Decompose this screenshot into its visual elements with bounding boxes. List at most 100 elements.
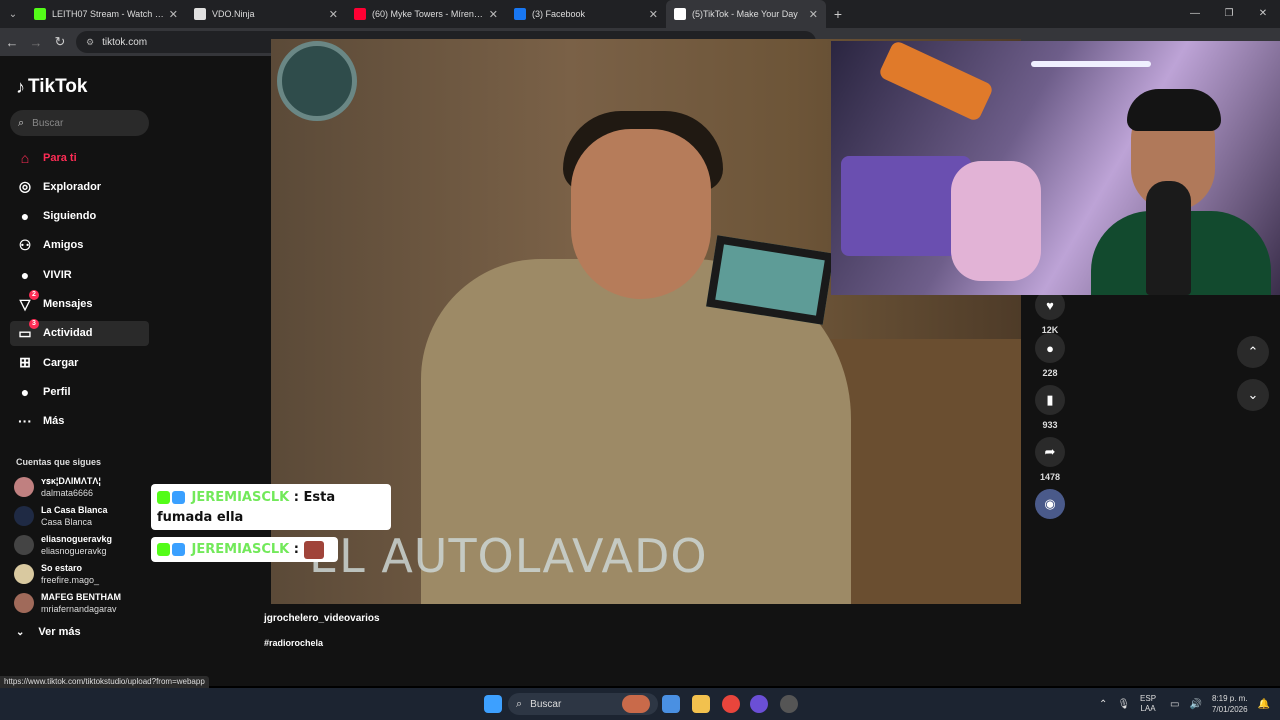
chat-separator: : xyxy=(293,542,299,557)
chevron-up-icon[interactable]: ⌃ xyxy=(1099,699,1107,710)
following-account[interactable]: ʏꜱᴋ¦DΛIMΛTΛ¦ dalmata6666 xyxy=(14,474,154,500)
forward-icon[interactable]: → xyxy=(24,35,48,50)
music-disc[interactable]: ◉ xyxy=(1035,489,1065,519)
tab-title: LEITH07 Stream - Watch Live o xyxy=(52,9,165,19)
tab-favicon-icon xyxy=(194,8,206,20)
sidebar-item-label: Siguiendo xyxy=(43,210,97,223)
share-action[interactable]: ➦ 1478 xyxy=(1035,437,1065,482)
comment-action[interactable]: ● 228 xyxy=(1035,333,1065,378)
sidebar-item-messages[interactable]: ▽ 2 Mensajes xyxy=(10,290,149,317)
close-tab-icon[interactable]: ✕ xyxy=(169,8,178,21)
share-count: 1478 xyxy=(1039,472,1061,482)
sidebar-item-activity[interactable]: ▭ 3 Actividad xyxy=(10,319,149,346)
browser-tab[interactable]: (60) Myke Towers - Mírenme Al ✕ xyxy=(346,0,506,28)
close-tab-icon[interactable]: ✕ xyxy=(489,8,498,21)
volume-icon[interactable]: 🔊 xyxy=(1190,699,1202,710)
sidebar-item-following[interactable]: ● Siguiendo xyxy=(10,204,149,229)
mod-badge-icon xyxy=(172,491,185,504)
sidebar-item-label: Actividad xyxy=(43,327,93,340)
following-account[interactable]: MAFEG BENTHAM mriafernandagarav xyxy=(14,590,154,616)
clock-time: 8:19 p. m. xyxy=(1211,694,1248,703)
following-account[interactable]: So estaro freefire.mago_ xyxy=(14,561,154,587)
network-icon[interactable]: ▭ xyxy=(1170,699,1179,710)
back-icon[interactable]: ← xyxy=(0,35,24,50)
tab-favicon-icon xyxy=(34,8,46,20)
next-video-button[interactable]: ⌄ xyxy=(1237,379,1269,411)
notification-icon[interactable]: 🔔 xyxy=(1258,699,1270,710)
following-account[interactable]: La Casa Blanca Casa Blanca xyxy=(14,503,154,529)
see-more-label: Ver más xyxy=(38,626,81,638)
close-tab-icon[interactable]: ✕ xyxy=(809,8,818,21)
browser-tab[interactable]: (5)TikTok - Make Your Day ✕ xyxy=(666,0,826,28)
emote-icon xyxy=(303,540,324,559)
microphone-icon[interactable]: 🎙 xyxy=(1117,699,1130,710)
video-caption-overlay: EL AUTOLAVADO xyxy=(309,529,708,583)
search-placeholder: Buscar xyxy=(32,117,64,129)
sidebar-item-label: Para ti xyxy=(43,151,77,164)
close-tab-icon[interactable]: ✕ xyxy=(329,8,338,21)
chevron-down-icon: ⌄ xyxy=(1247,387,1259,402)
file-explorer-icon[interactable] xyxy=(692,695,710,713)
account-name: ʏꜱᴋ¦DΛIMΛTΛ¦ xyxy=(41,476,101,486)
url-text: tiktok.com xyxy=(102,36,148,48)
reload-icon[interactable]: ↻ xyxy=(48,34,72,50)
avatar xyxy=(14,564,34,584)
chat-username: JEREMIASCLK xyxy=(191,490,290,505)
sidebar-item-compass[interactable]: ◎ Explorador xyxy=(10,174,149,199)
site-info-icon[interactable]: ⚙ xyxy=(86,37,94,48)
sidebar-item-profile[interactable]: ● Perfil xyxy=(10,379,149,404)
start-icon[interactable] xyxy=(484,695,502,713)
tab-favicon-icon xyxy=(354,8,366,20)
status-link: https://www.tiktok.com/tiktokstudio/uplo… xyxy=(0,676,209,688)
tab-title: (60) Myke Towers - Mírenme Al xyxy=(372,9,485,19)
tab-search-icon[interactable]: ⌄ xyxy=(0,0,26,28)
browser-tab[interactable]: (3) Facebook ✕ xyxy=(506,0,666,28)
like-action[interactable]: ♥ 12K xyxy=(1035,290,1065,335)
compass-icon: ◎ xyxy=(18,178,32,195)
taskbar: ⌕ Buscar ⌃ 🎙 ESP LAA ▭ 🔊 8:19 p. m. 7/01… xyxy=(0,688,1280,720)
following-account[interactable]: eliasnogueravkg eliasnogueravkg xyxy=(14,532,154,558)
comment-icon[interactable]: ● xyxy=(1035,333,1065,363)
widget-icon[interactable] xyxy=(622,695,650,713)
chat-username: JEREMIASCLK xyxy=(191,542,290,557)
music-disc-icon[interactable]: ◉ xyxy=(1035,489,1065,519)
upload-icon: ⊞ xyxy=(19,354,31,371)
sidebar-item-friends[interactable]: ⚇ Amigos xyxy=(10,233,149,258)
sidebar-item-home[interactable]: ⌂ Para ti xyxy=(10,145,149,170)
tiktok-logo[interactable]: ♪ TikTok xyxy=(16,76,87,98)
logo-text: TikTok xyxy=(28,76,88,97)
browser-tab[interactable]: VDO.Ninja ✕ xyxy=(186,0,346,28)
save-action[interactable]: ▮ 933 xyxy=(1035,385,1065,430)
store-icon[interactable] xyxy=(662,695,680,713)
window-controls: — ❐ ✕ xyxy=(1178,0,1280,28)
taskbar-clock[interactable]: 8:19 p. m. 7/01/2026 xyxy=(1212,693,1248,715)
taskbar-search-label: Buscar xyxy=(530,698,562,710)
close-tab-icon[interactable]: ✕ xyxy=(649,8,658,21)
language-code: ESP xyxy=(1140,694,1157,703)
wall-clock-image xyxy=(277,41,357,121)
browser-tab[interactable]: LEITH07 Stream - Watch Live o ✕ xyxy=(26,0,186,28)
sidebar-item-upload[interactable]: ⊞ Cargar xyxy=(10,350,149,375)
minimize-icon[interactable]: — xyxy=(1178,0,1212,28)
search-input[interactable]: ⌕ Buscar xyxy=(10,110,149,136)
chevron-down-icon: ⌄ xyxy=(16,626,25,638)
chrome-icon[interactable] xyxy=(722,695,740,713)
close-window-icon[interactable]: ✕ xyxy=(1246,0,1280,28)
kick-badge-icon xyxy=(157,491,170,504)
language-indicator[interactable]: ESP LAA xyxy=(1140,694,1156,714)
share-icon[interactable]: ➦ xyxy=(1035,437,1065,467)
sidebar-item-more[interactable]: ··· Más xyxy=(10,409,149,434)
obs-icon[interactable] xyxy=(780,695,798,713)
restore-icon[interactable]: ❐ xyxy=(1212,0,1246,28)
chevron-up-icon: ⌃ xyxy=(1247,344,1259,359)
new-tab-button[interactable]: + xyxy=(826,6,850,22)
profile-icon: ● xyxy=(20,383,30,400)
bookmark-icon[interactable]: ▮ xyxy=(1035,385,1065,415)
video-author[interactable]: jgrochelero_videovarios xyxy=(264,613,380,624)
see-more-button[interactable]: ⌄ Ver más xyxy=(16,626,81,638)
video-hashtag[interactable]: #radiorochela xyxy=(264,638,323,648)
app-icon[interactable] xyxy=(750,695,768,713)
sidebar-item-live[interactable]: ● VIVIR xyxy=(10,262,149,287)
chat-message: JEREMIASCLK : xyxy=(151,537,338,562)
previous-video-button[interactable]: ⌃ xyxy=(1237,336,1269,368)
